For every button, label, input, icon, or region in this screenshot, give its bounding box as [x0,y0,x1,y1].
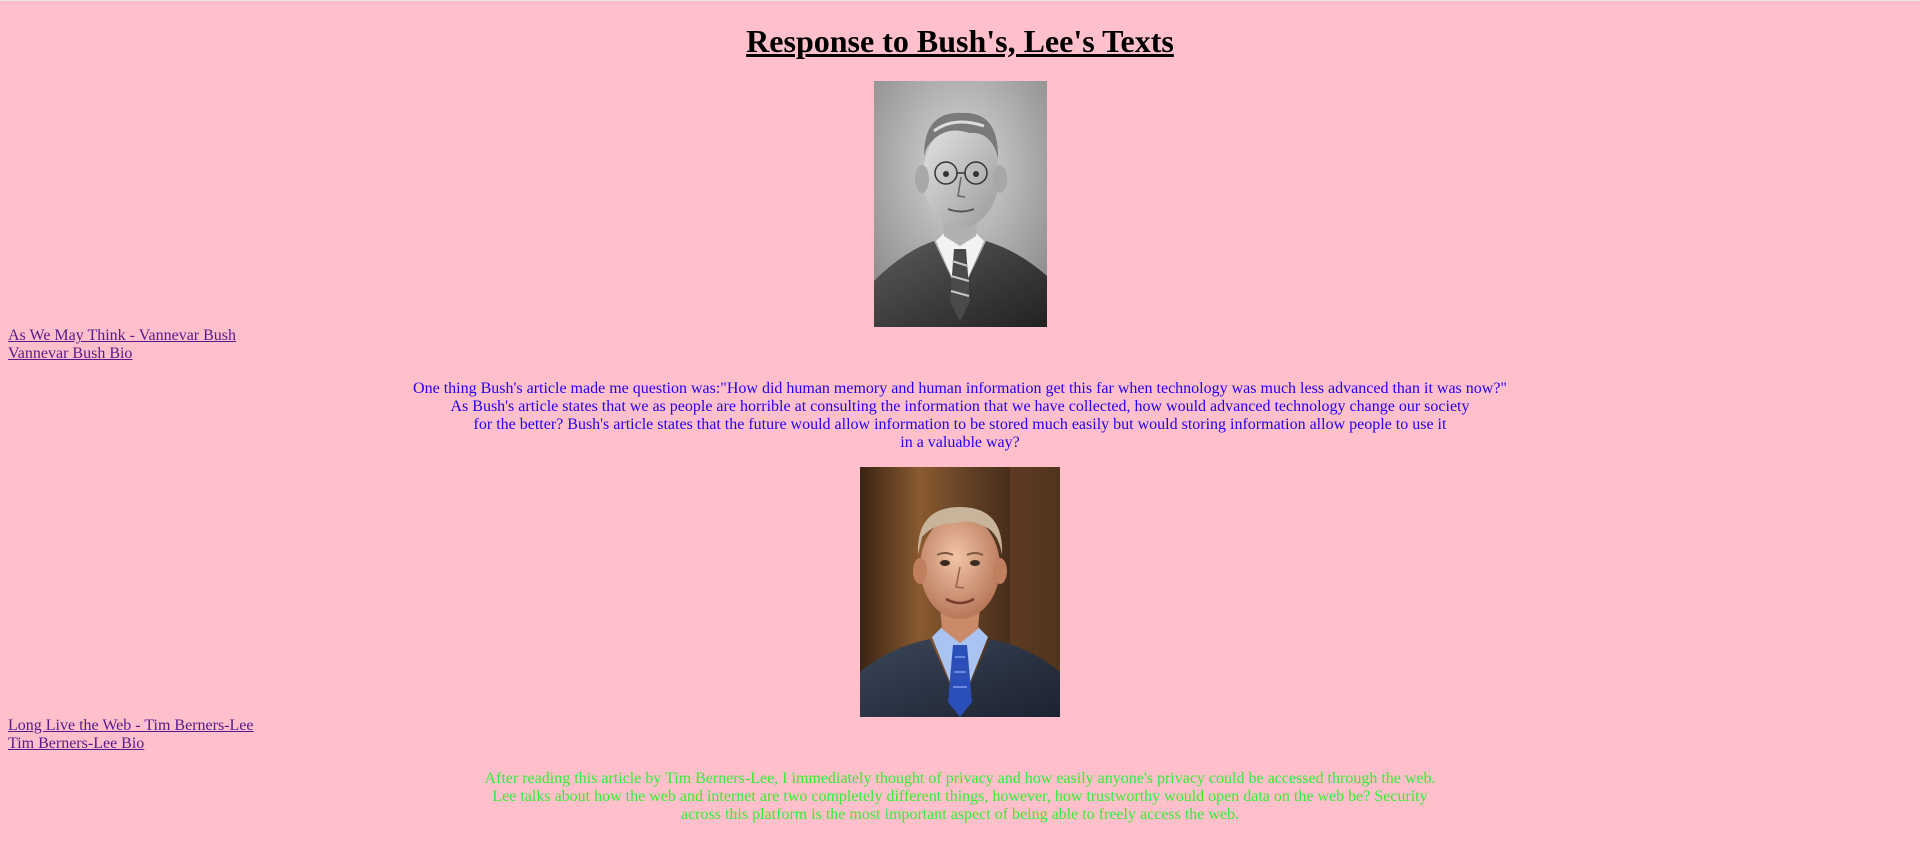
tim-berners-lee-portrait-icon [860,467,1060,717]
vannevar-bush-photo [874,81,1047,327]
lee-response-line: After reading this article by Tim Berner… [484,770,1436,787]
bush-response-line: As Bush's article states that we as peop… [450,398,1470,415]
tim-berners-lee-photo [860,467,1060,717]
lee-response-line: across this platform is the most importa… [680,806,1240,823]
lee-response-text: After reading this article by Tim Berner… [0,770,1920,824]
bush-response-text: One thing Bush's article made me questio… [0,380,1920,452]
vannevar-bush-bio-link[interactable]: Vannevar Bush Bio [8,345,236,363]
lee-response-line: Lee talks about how the web and internet… [492,788,1428,805]
tim-berners-lee-bio-link[interactable]: Tim Berners-Lee Bio [8,735,253,753]
bush-response-line: for the better? Bush's article states th… [473,416,1447,433]
long-live-the-web-link[interactable]: Long Live the Web - Tim Berners-Lee [8,717,253,735]
lee-links: Long Live the Web - Tim Berners-Lee Tim … [8,717,253,753]
page-title: Response to Bush's, Lee's Texts [746,23,1174,59]
vannevar-bush-portrait-icon [874,81,1047,327]
bush-response-line: One thing Bush's article made me questio… [413,380,1507,397]
bush-response-line: in a valuable way? [900,434,1020,451]
bush-links: As We May Think - Vannevar Bush Vannevar… [8,327,236,363]
as-we-may-think-link[interactable]: As We May Think - Vannevar Bush [8,327,236,345]
